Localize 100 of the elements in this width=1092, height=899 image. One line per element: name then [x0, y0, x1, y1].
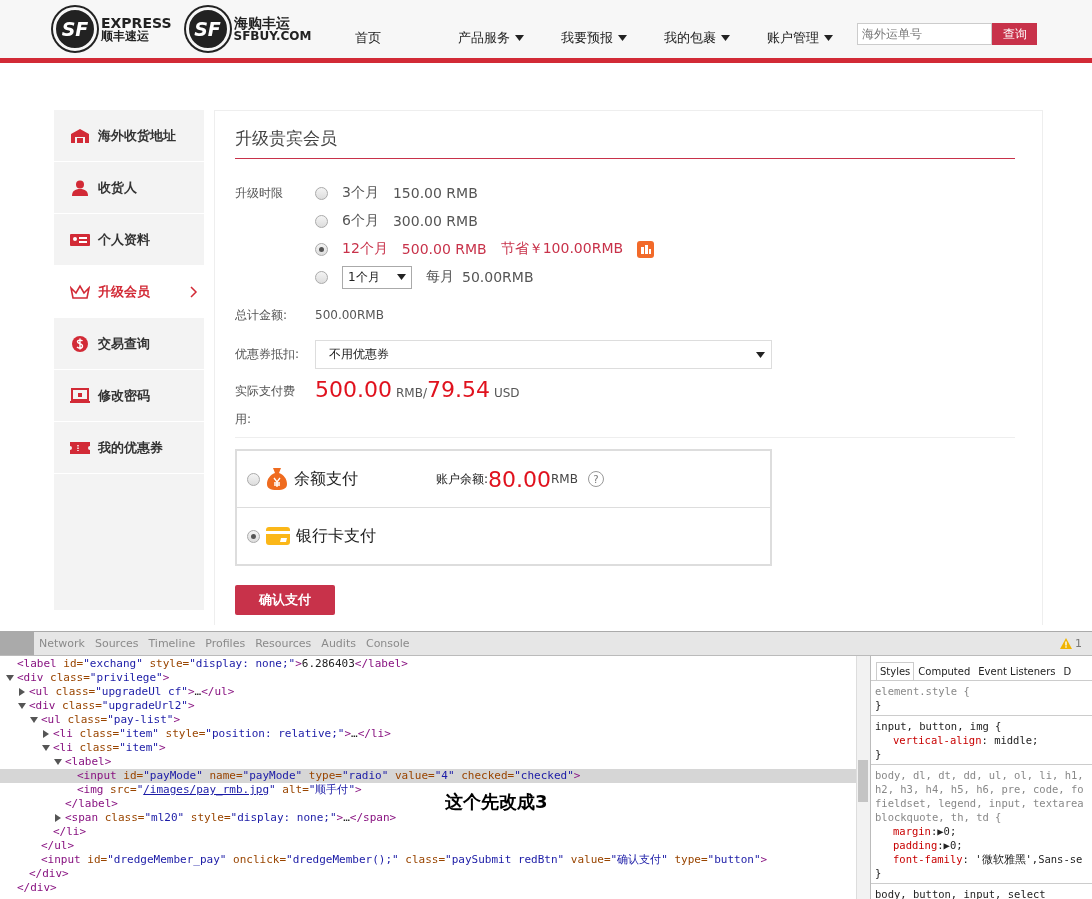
balance-value: 80.00 — [488, 466, 552, 492]
styles-tab[interactable]: Computed — [914, 662, 975, 680]
expand-arrow-icon[interactable] — [42, 730, 50, 738]
css-brace: } — [875, 747, 883, 761]
field-label: 总计金额: — [235, 307, 289, 324]
css-selector: body, dl, dt, dd, ul, ol, li, h1, — [875, 768, 1085, 782]
code-line[interactable]: <img src="/images/pay_rmb.jpg" alt="顺手付"> — [77, 783, 362, 797]
logo-text: SFBUY.COM — [233, 30, 312, 42]
radio-button[interactable] — [247, 472, 260, 486]
option-price: 300.00 RMB — [392, 213, 478, 229]
caret-icon — [721, 35, 731, 41]
code-line: </li> — [53, 825, 87, 839]
css-selector: element.style { — [875, 684, 971, 698]
collapse-arrow-icon[interactable] — [6, 674, 14, 682]
sidebar-label: 修改密码 — [98, 386, 150, 405]
expand-arrow-icon[interactable] — [18, 688, 26, 696]
expand-arrow-icon[interactable] — [54, 814, 62, 822]
sidebar-item[interactable]: 收货人 — [54, 162, 204, 214]
scrollbar-thumb[interactable] — [858, 760, 868, 802]
chevron-icon — [190, 285, 198, 298]
radio-button[interactable] — [315, 242, 328, 256]
code-line[interactable]: <div class="upgradeUrl2"> — [29, 699, 195, 713]
radio-button[interactable] — [315, 270, 328, 284]
logo-text: 顺丰速运 — [101, 30, 150, 42]
laptop-icon — [70, 387, 90, 404]
annotation-text: 这个先改成3 — [445, 790, 548, 814]
option-text: 12个月 — [342, 240, 388, 258]
option-text: 每月 — [426, 268, 454, 286]
nav-link[interactable]: 账户管理 — [767, 29, 834, 47]
caret-icon — [756, 351, 765, 358]
confirm-pay-button[interactable]: 确认支付 — [235, 585, 335, 615]
scrollbar[interactable] — [856, 656, 870, 899]
caret-icon — [397, 274, 406, 280]
sidebar-label: 我的优惠券 — [98, 438, 163, 457]
page-title: 升级贵宾会员 — [235, 111, 1015, 159]
search-button[interactable]: 查询 — [992, 23, 1038, 45]
coupon-select[interactable]: 不用优惠券 — [315, 340, 772, 369]
logo-mark: SF — [185, 7, 230, 51]
coupon-icon — [70, 439, 90, 456]
field-label: 优惠券抵扣: — [235, 346, 301, 363]
radio-button[interactable] — [315, 186, 328, 200]
sidebar-item[interactable]: 升级会员 — [54, 266, 204, 318]
styles-tab[interactable]: Event Listeners — [974, 662, 1060, 680]
styles-tab[interactable]: D — [1059, 662, 1076, 680]
payment-label: 银行卡支付 — [296, 525, 377, 547]
code-line[interactable]: <div class="privilege"> — [17, 671, 170, 685]
logo-text: 海购丰运 — [233, 16, 290, 30]
search-field[interactable]: 海外运单号 — [857, 23, 993, 45]
code-line[interactable]: <li class="item" style="position: relative;">…</li> — [53, 727, 391, 741]
currency-unit: RMB — [551, 472, 578, 486]
sidebar-item[interactable]: 交易查询 — [54, 318, 204, 370]
person-icon — [70, 179, 90, 196]
css-property: margin:▶0; — [892, 824, 958, 838]
sidebar-label: 个人资料 — [98, 230, 150, 249]
code-line[interactable]: <ul class="upgradeUl cf">…</ul> — [29, 685, 235, 699]
css-selector: blockquote, th, td { — [875, 810, 1003, 824]
sidebar-item[interactable]: 海外收货地址 — [54, 110, 204, 162]
code-line[interactable]: <label id="exchang" style="display: none;">6.286403</label> — [17, 657, 408, 671]
logo-mark: SF — [53, 7, 97, 51]
css-property: vertical-align: middle; — [892, 733, 1040, 747]
logo-text: EXPRESS — [101, 16, 172, 30]
option-text: 6个月 — [342, 212, 379, 230]
code-line[interactable]: <input id="dredgeMember_pay" onclick="dredgeMember();" class="paySubmit redBtn" value="确认支付" type="button"> — [41, 853, 768, 867]
styles-tab[interactable]: Styles — [876, 662, 915, 680]
css-selector: h2, h3, h4, h5, h6, pre, code, fo — [875, 782, 1085, 796]
caret-icon — [824, 35, 834, 41]
sidebar-item[interactable]: 我的优惠券 — [54, 422, 204, 474]
sidebar-label: 海外收货地址 — [98, 126, 176, 145]
amount-value: 500.00 — [315, 377, 392, 402]
code-line: </div> — [29, 867, 69, 881]
warning-count: 1 — [1075, 637, 1082, 650]
code-line[interactable]: <ul class="pay-list"> — [41, 713, 181, 727]
sidebar-label: 交易查询 — [98, 334, 150, 353]
code-line: </ul> — [41, 839, 75, 853]
sidebar-item[interactable]: 修改密码 — [54, 370, 204, 422]
code-line[interactable]: <li class="item"> — [53, 741, 166, 755]
nav-link[interactable]: 我要预报 — [561, 29, 665, 47]
badge-icon — [637, 240, 655, 258]
file-link[interactable]: /images/pay_rmb.jpg — [143, 783, 270, 796]
balance-label: 账户余额: — [436, 470, 489, 488]
nav-link[interactable]: 我的包裹 — [664, 29, 768, 47]
field-label: 实际支付费用: — [235, 383, 296, 428]
radio-button[interactable] — [315, 214, 328, 228]
option-price: 500.00 RMB — [401, 241, 487, 257]
code-line[interactable]: <span class="ml20" style="display: none;">…</span> — [65, 811, 397, 825]
option-price: 150.00 RMB — [392, 185, 478, 201]
code-line[interactable]: <label> — [65, 755, 112, 769]
css-selector: input, button, img { — [875, 719, 1003, 733]
css-property: padding:▶0; — [892, 838, 964, 852]
month-select[interactable]: 1个月 — [342, 265, 412, 289]
nav-link[interactable]: 产品服务 — [458, 29, 562, 47]
sidebar-label: 收货人 — [98, 178, 137, 197]
radio-button[interactable] — [247, 529, 260, 543]
field-label: 升级时限 — [235, 185, 284, 202]
id-card-icon — [70, 231, 90, 248]
payment-label: 余额支付 — [294, 468, 359, 490]
nav-link[interactable]: 首页 — [355, 29, 459, 47]
total-value: 500.00RMB — [315, 307, 384, 324]
dollar-icon — [70, 335, 90, 352]
sidebar-label: 升级会员 — [98, 282, 150, 301]
